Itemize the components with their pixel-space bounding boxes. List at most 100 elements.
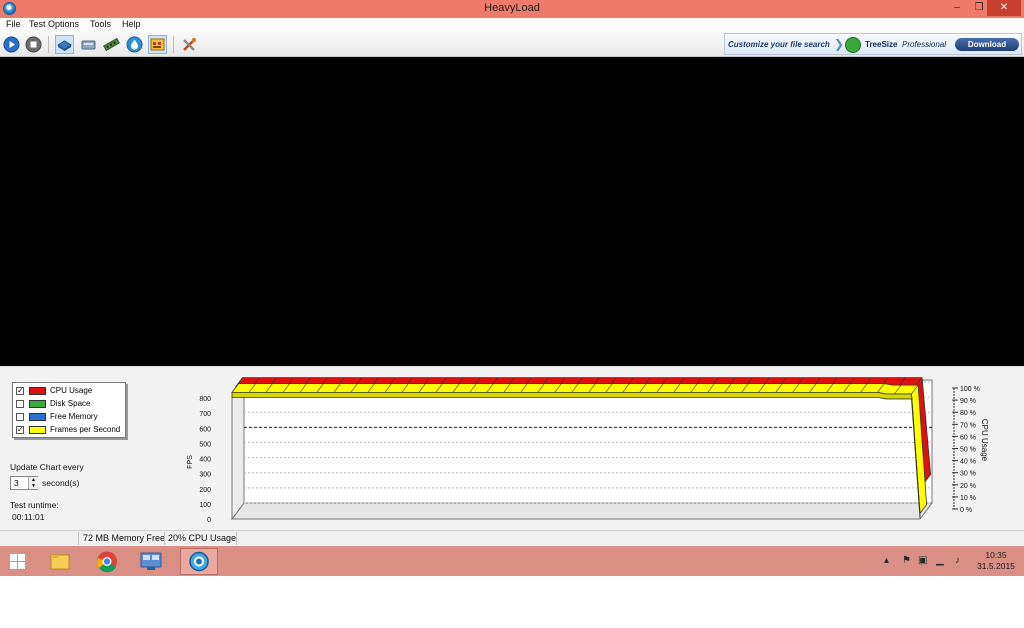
file-explorer-icon [50,554,70,570]
legend-label: Free Memory [50,412,98,421]
frames-display-toggle[interactable] [148,35,167,54]
gpu-render-area [0,57,1024,366]
legend-label: Frames per Second [50,425,121,434]
show-hidden-icons-chevron[interactable]: ▴ [884,555,889,566]
menu-test-options[interactable]: Test Options [29,19,79,29]
legend-swatch [29,413,46,421]
heavyload-window: HeavyLoad – ❐ ✕ File Test Options Tools … [0,0,1024,628]
disk-test-toggle[interactable] [79,35,98,54]
legend-swatch [29,426,46,434]
update-interval-value[interactable]: 3 [14,478,19,488]
status-memory-free: 72 MB Memory Free [83,533,166,543]
status-divider [164,532,165,545]
window-title: HeavyLoad [484,2,540,14]
menu-bar: File Test Options Tools Help [0,18,1024,32]
close-button[interactable]: ✕ [987,0,1021,16]
toolbar-separator [48,36,49,53]
legend-item-disk-space[interactable]: Disk Space [16,398,124,410]
legend-item-free-memory[interactable]: Free Memory [16,411,124,423]
windows-start-icon [10,554,25,569]
test-runtime-value: 00:11:01 [12,512,45,522]
y-right-tick-label: 60 % [960,434,976,441]
tools-icon [183,37,197,51]
speaker-volume-icon[interactable]: ♪ [955,555,960,566]
disk-drive-icon [81,40,96,50]
minimize-button[interactable]: – [946,0,968,16]
update-interval-label: Update Chart every [10,462,84,472]
control-panel-icon [140,552,162,570]
y-right-tick-label: 20 % [960,483,976,490]
y-left-tick-label: 800 [199,396,211,403]
y-left-tick-label: 700 [199,411,211,418]
start-test-button[interactable] [2,35,21,54]
menu-help[interactable]: Help [122,19,141,29]
y-left-tick-label: 600 [199,426,211,433]
legend-checkbox[interactable]: ✓ [16,387,24,395]
stop-icon [25,36,42,53]
status-divider [236,532,237,545]
clock-time: 10:35 [985,550,1007,560]
y-left-tick-label: 100 [199,502,211,509]
y-left-axis-title: FPS [187,455,194,469]
y-right-tick-label: 10 % [960,495,976,502]
network-adapter-icon[interactable]: ▣ [918,555,927,566]
y-right-tick-label: 70 % [960,422,976,429]
wifi-signal-icon[interactable]: ▁ [936,555,944,566]
title-bar: HeavyLoad – ❐ ✕ [0,0,1024,18]
y-right-tick-label: 80 % [960,410,976,417]
y-right-tick-label: 0 % [960,507,972,514]
legend-checkbox[interactable] [16,400,24,408]
menu-file[interactable]: File [6,19,21,29]
action-center-flag-icon[interactable]: ⚑ [902,555,911,566]
gpu-test-toggle[interactable] [125,35,144,54]
y-left-tick-label: 0 [207,517,211,524]
legend-checkbox[interactable] [16,413,24,421]
status-cpu-usage: 20% CPU Usage [168,533,237,543]
taskbar-file-explorer[interactable] [41,548,79,575]
taskbar-chrome[interactable] [88,548,126,575]
test-runtime-label: Test runtime: [10,500,59,510]
chart-floor [231,502,933,520]
chevron-right-icon: ❯ [834,37,845,51]
taskbar-clock[interactable]: 10:35 31.5.2015 [975,550,1017,572]
legend-checkbox[interactable]: ✓ [16,426,24,434]
start-button[interactable] [0,548,38,575]
water-drop-icon [126,36,143,53]
memory-module-icon [103,37,120,52]
chart-legend: ✓ CPU Usage Disk Space Free Memory ✓ Fra… [12,382,126,438]
toolbar-separator [173,36,174,53]
frames-grid-icon [150,38,165,51]
taskbar: ▴ ⚑ ▣ ▁ ♪ [0,546,1024,576]
y-right-axis-title: CPU Usage [980,419,989,462]
taskbar-heavyload[interactable] [180,548,218,575]
ad-tagline: Customize your file search [728,40,830,49]
ad-product-edition: Professional [902,40,947,49]
chart-back-wall [243,379,933,504]
legend-label: CPU Usage [50,386,93,395]
treesize-ad-banner[interactable]: Customize your file search ❯ TreeSize Pr… [724,33,1022,55]
memory-test-toggle[interactable] [102,35,121,54]
status-bar: 72 MB Memory Free 20% CPU Usage [0,530,1024,546]
taskbar-control-panel[interactable] [132,548,170,575]
y-left-tick-label: 200 [199,487,211,494]
stop-test-button[interactable] [24,35,43,54]
play-icon [3,36,20,53]
y-right-tick-label: 40 % [960,459,976,466]
legend-swatch [29,400,46,408]
update-interval-spinner[interactable]: 3 ▲ ▼ [10,476,38,490]
clock-date: 31.5.2015 [977,561,1015,571]
y-right-tick-label: 50 % [960,447,976,454]
load-chart: 0 100 200 300 400 500 600 700 800 0 % 10 % 20 % 30 %… [187,377,989,524]
menu-tools[interactable]: Tools [90,19,111,29]
treesize-logo-icon [845,37,861,53]
ad-download-button[interactable]: Download [955,38,1019,51]
legend-swatch [29,387,46,395]
settings-tools-button[interactable] [180,35,199,54]
update-interval-unit: second(s) [42,478,80,488]
legend-item-frames-per-second[interactable]: ✓ Frames per Second [16,424,124,436]
spinner-down-icon[interactable]: ▼ [28,483,38,489]
legend-item-cpu-usage[interactable]: ✓ CPU Usage [16,385,124,397]
cpu-test-toggle[interactable] [55,35,74,54]
y-right-tick-label: 100 % [960,386,980,393]
y-left-tick-label: 500 [199,441,211,448]
